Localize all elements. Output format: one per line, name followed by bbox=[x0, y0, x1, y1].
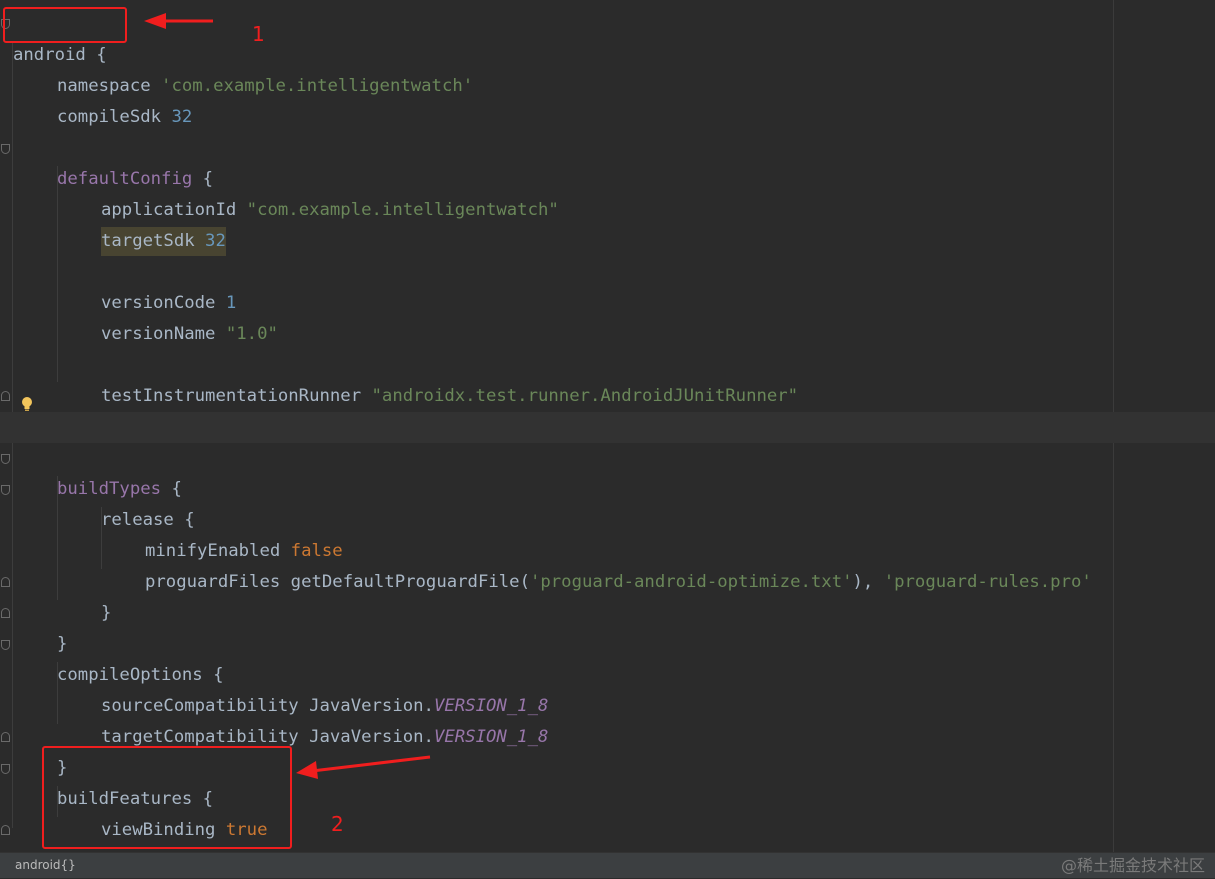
fold-toggle-icon[interactable] bbox=[1, 577, 10, 587]
code-line[interactable]: defaultConfig { bbox=[0, 133, 1215, 189]
fold-toggle-icon[interactable] bbox=[1, 144, 10, 154]
annotation-label-1: 1 bbox=[252, 22, 265, 46]
code-line[interactable]: } bbox=[0, 598, 1215, 654]
code-line[interactable]: buildTypes { bbox=[0, 443, 1215, 499]
fold-toggle-icon[interactable] bbox=[1, 732, 10, 742]
code-line[interactable]: versionName "1.0" bbox=[0, 288, 1215, 344]
code-line[interactable]: namespace 'com.example.intelligentwatch' bbox=[0, 40, 1215, 96]
watermark: @稀土掘金技术社区 bbox=[1060, 856, 1205, 875]
code-line[interactable]: versionCode 1 bbox=[0, 257, 1215, 313]
fold-toggle-icon[interactable] bbox=[1, 391, 10, 401]
annotation-label-2: 2 bbox=[331, 812, 344, 836]
fold-toggle-icon[interactable] bbox=[1, 825, 10, 835]
breadcrumb[interactable]: android{} bbox=[15, 858, 76, 872]
code-line[interactable]: release { bbox=[0, 474, 1215, 530]
code-line[interactable]: targetCompatibility JavaVersion.VERSION_… bbox=[0, 691, 1215, 747]
fold-toggle-icon[interactable] bbox=[1, 640, 10, 650]
current-line[interactable] bbox=[0, 412, 1215, 443]
fold-toggle-icon[interactable] bbox=[1, 485, 10, 495]
code-line[interactable]: minifyEnabled false bbox=[0, 505, 1215, 561]
code-line[interactable]: testInstrumentationRunner "androidx.test… bbox=[0, 350, 1215, 406]
lightbulb-icon[interactable] bbox=[20, 396, 34, 412]
code-line[interactable]: } bbox=[0, 381, 1215, 437]
code-editor[interactable]: android { namespace 'com.example.intelli… bbox=[0, 0, 1215, 852]
fold-toggle-icon[interactable] bbox=[1, 454, 10, 464]
code-line[interactable]: sourceCompatibility JavaVersion.VERSION_… bbox=[0, 660, 1215, 716]
code-line[interactable]: targetSdk 32 bbox=[0, 226, 1215, 257]
code-line[interactable]: minSdk 21 bbox=[0, 195, 1215, 251]
code-line[interactable]: proguardFiles getDefaultProguardFile('pr… bbox=[0, 536, 1215, 592]
code-line[interactable]: applicationId "com.example.intelligentwa… bbox=[0, 164, 1215, 220]
code-line[interactable]: compileOptions { bbox=[0, 629, 1215, 685]
breadcrumb-bar: android{} @稀土掘金技术社区 bbox=[0, 852, 1215, 878]
fold-toggle-icon[interactable] bbox=[1, 608, 10, 618]
code-line[interactable]: compileSdk 32 bbox=[0, 71, 1215, 127]
annotation-box-2 bbox=[42, 746, 292, 849]
search-highlight: targetSdk 32 bbox=[101, 227, 226, 256]
fold-toggle-icon[interactable] bbox=[1, 764, 10, 774]
code-line[interactable]: android { bbox=[0, 9, 1215, 65]
code-line[interactable]: } bbox=[0, 567, 1215, 623]
annotation-box-1 bbox=[3, 7, 127, 43]
